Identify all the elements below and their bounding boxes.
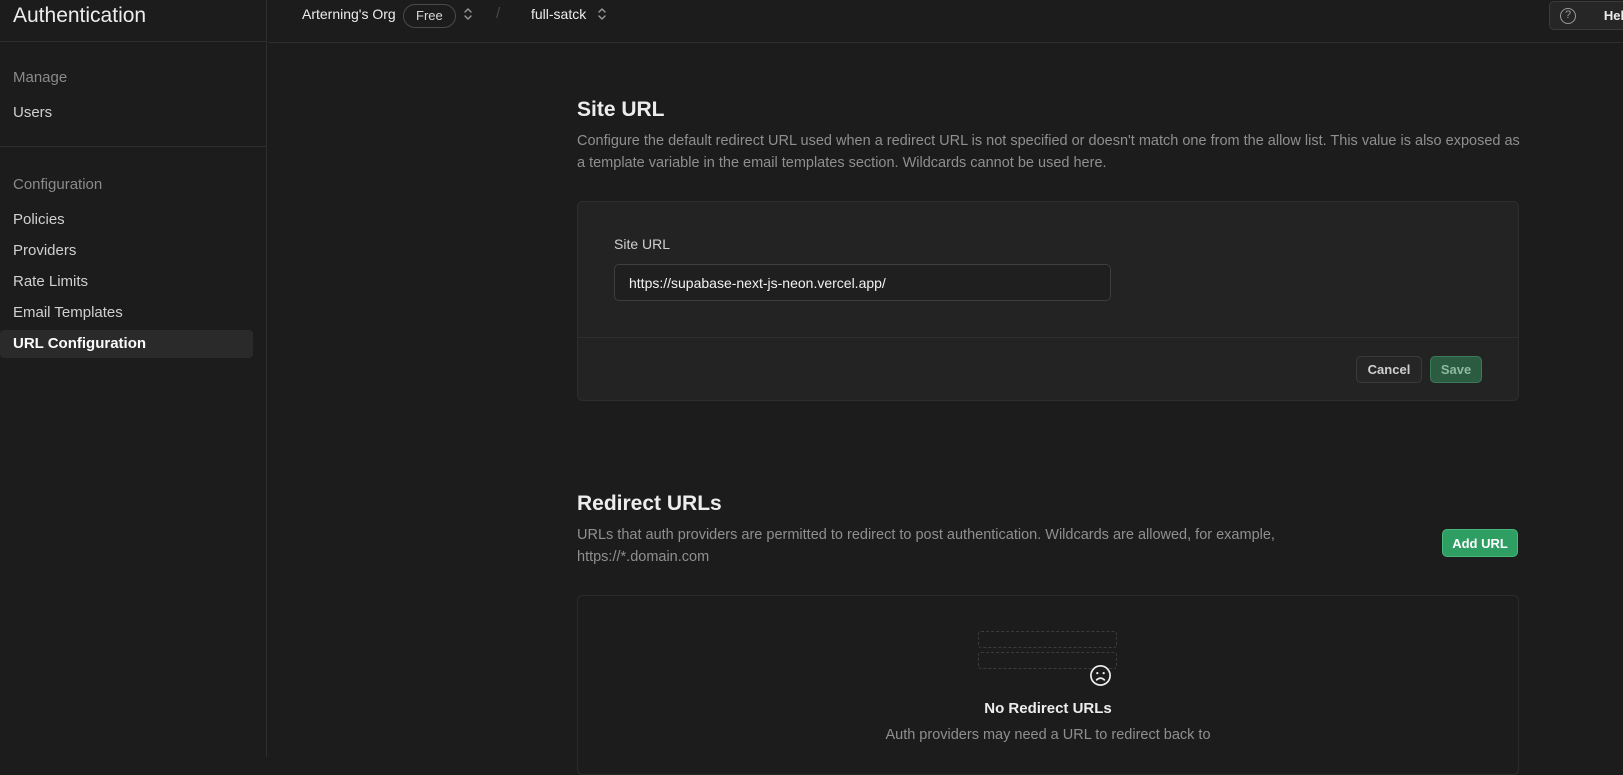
nav-heading-configuration: Configuration [13,176,103,193]
breadcrumb-separator: / [496,5,501,22]
empty-state-title: No Redirect URLs [984,700,1112,717]
site-url-card: Site URL Cancel Save [577,201,1519,401]
sidebar-item-users[interactable]: Users [0,99,253,127]
empty-state-subtitle: Auth providers may need a URL to redirec… [885,727,1211,743]
site-url-input[interactable] [614,264,1111,301]
add-url-button[interactable]: Add URL [1442,529,1518,557]
nav-group-manage: Manage Users [0,42,266,147]
sidebar: Authentication Manage Users Configuratio… [0,0,267,757]
plan-badge: Free [403,4,456,28]
cancel-button[interactable]: Cancel [1356,356,1422,383]
sidebar-item-policies[interactable]: Policies [0,206,253,234]
help-button[interactable]: ? Help [1549,1,1623,30]
sad-face-icon [1089,664,1112,687]
help-label: Help [1603,8,1623,23]
sidebar-item-email-templates[interactable]: Email Templates [0,299,253,327]
topbar: Arterning's Org Free / full-satck ? Help [268,0,1623,43]
redirect-urls-section: Redirect URLs URLs that auth providers a… [577,491,1520,775]
site-url-field-label: Site URL [614,236,671,252]
site-url-description: Configure the default redirect URL used … [577,133,1520,171]
redirect-urls-empty-state: No Redirect URLs Auth providers may need… [577,595,1519,775]
placeholder-row [978,631,1117,648]
nav-heading-manage: Manage [13,69,68,86]
chevron-up-down-icon[interactable] [462,6,474,22]
sidebar-item-url-configuration[interactable]: URL Configuration [0,330,253,358]
site-url-card-footer: Cancel Save [578,337,1518,401]
site-url-title: Site URL [577,98,665,121]
redirect-urls-title: Redirect URLs [577,492,722,515]
sidebar-title: Authentication [0,0,266,42]
sidebar-item-rate-limits[interactable]: Rate Limits [0,268,253,296]
chevron-up-down-icon[interactable] [596,6,608,22]
redirect-urls-description: URLs that auth providers are permitted t… [577,527,1275,565]
sidebar-item-providers[interactable]: Providers [0,237,253,265]
breadcrumb-project[interactable]: full-satck [531,6,586,22]
save-button[interactable]: Save [1430,356,1482,383]
help-circle-icon: ? [1560,8,1576,24]
breadcrumb-org[interactable]: Arterning's Org [302,6,396,22]
nav-group-configuration: Configuration Policies Providers Rate Li… [0,147,266,377]
site-url-section: Site URL Configure the default redirect … [577,97,1520,401]
